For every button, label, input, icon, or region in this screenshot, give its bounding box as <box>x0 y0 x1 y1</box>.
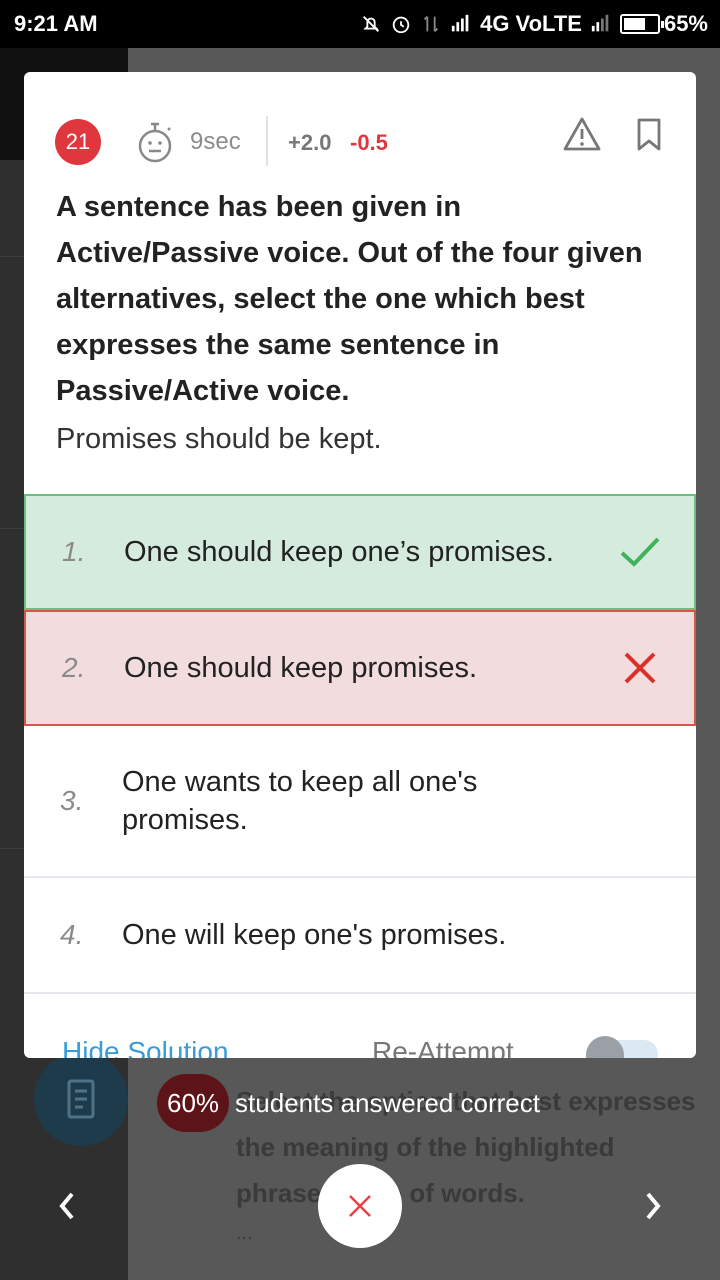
hide-solution-link[interactable]: Hide Solution <box>62 1036 229 1058</box>
status-time: 9:21 AM <box>14 11 98 36</box>
marks-negative: -0.5 <box>350 130 388 155</box>
report-warning-icon[interactable] <box>562 116 602 152</box>
chevron-right-icon[interactable] <box>632 1180 676 1232</box>
data-arrows-icon <box>424 16 439 32</box>
close-button[interactable] <box>318 1164 402 1248</box>
status-icons: 4G VoLTE 65% <box>360 11 708 37</box>
answer-stats-toast: 60% students answered correct <box>157 1074 540 1132</box>
reattempt-toggle[interactable] <box>586 1036 658 1058</box>
battery-icon: 65% <box>619 11 708 37</box>
network-label: 4G VoLTE <box>480 11 582 36</box>
mute-bell-icon <box>363 16 380 32</box>
question-card: 21 9sec +2.0 -0.5 A sentence has been gi… <box>24 72 696 1058</box>
reattempt-button[interactable]: Re-Attempt <box>372 1036 514 1058</box>
solution-footer: Hide Solution Re-Attempt <box>24 1032 696 1058</box>
option-text: One should keep promises. <box>124 652 478 684</box>
option-2[interactable]: 2. One should keep promises. <box>24 610 696 726</box>
chevron-left-icon[interactable] <box>44 1180 88 1232</box>
option-4[interactable]: 4. One will keep one's promises. <box>24 878 696 994</box>
option-number: 4. <box>60 919 84 950</box>
cross-icon <box>624 652 656 684</box>
option-1[interactable]: 1. One should keep one’s promises. <box>24 494 696 610</box>
meta-divider <box>266 116 268 166</box>
time-taken: 9sec <box>190 128 241 155</box>
option-number: 1. <box>62 536 86 567</box>
question-sentence: Promises should be kept. <box>56 423 382 455</box>
background-ellipsis: ... <box>236 1222 253 1244</box>
marks-positive: +2.0 <box>288 130 332 155</box>
close-icon <box>349 1195 371 1217</box>
signal-icon <box>451 14 469 32</box>
option-number: 2. <box>62 652 86 683</box>
question-text: A sentence has been given in Active/Pass… <box>56 191 643 407</box>
checkmark-icon <box>620 537 660 567</box>
option-3[interactable]: 3. One wants to keep all one's promises. <box>24 726 696 878</box>
signal-icon-2 <box>591 14 609 32</box>
bookmark-icon[interactable] <box>636 118 662 152</box>
option-text: One wants to keep all one's promises. <box>122 766 478 836</box>
question-meta-row: 21 9sec +2.0 -0.5 <box>24 116 696 172</box>
notes-fab-button[interactable] <box>34 1052 128 1146</box>
alarm-icon <box>392 16 410 34</box>
correct-percent-badge: 60% <box>157 1074 230 1132</box>
status-bar: 9:21 AM 4G VoLTE 65% <box>0 0 720 48</box>
question-number-badge: 21 <box>55 119 101 165</box>
stopwatch-face-icon <box>138 122 172 163</box>
correct-percent-label: students answered correct <box>235 1087 540 1118</box>
option-text: One will keep one's promises. <box>122 919 507 951</box>
option-number: 3. <box>60 785 84 816</box>
option-text: One should keep one’s promises. <box>124 536 554 568</box>
notes-icon <box>67 1079 95 1119</box>
battery-percent: 65% <box>663 11 708 36</box>
